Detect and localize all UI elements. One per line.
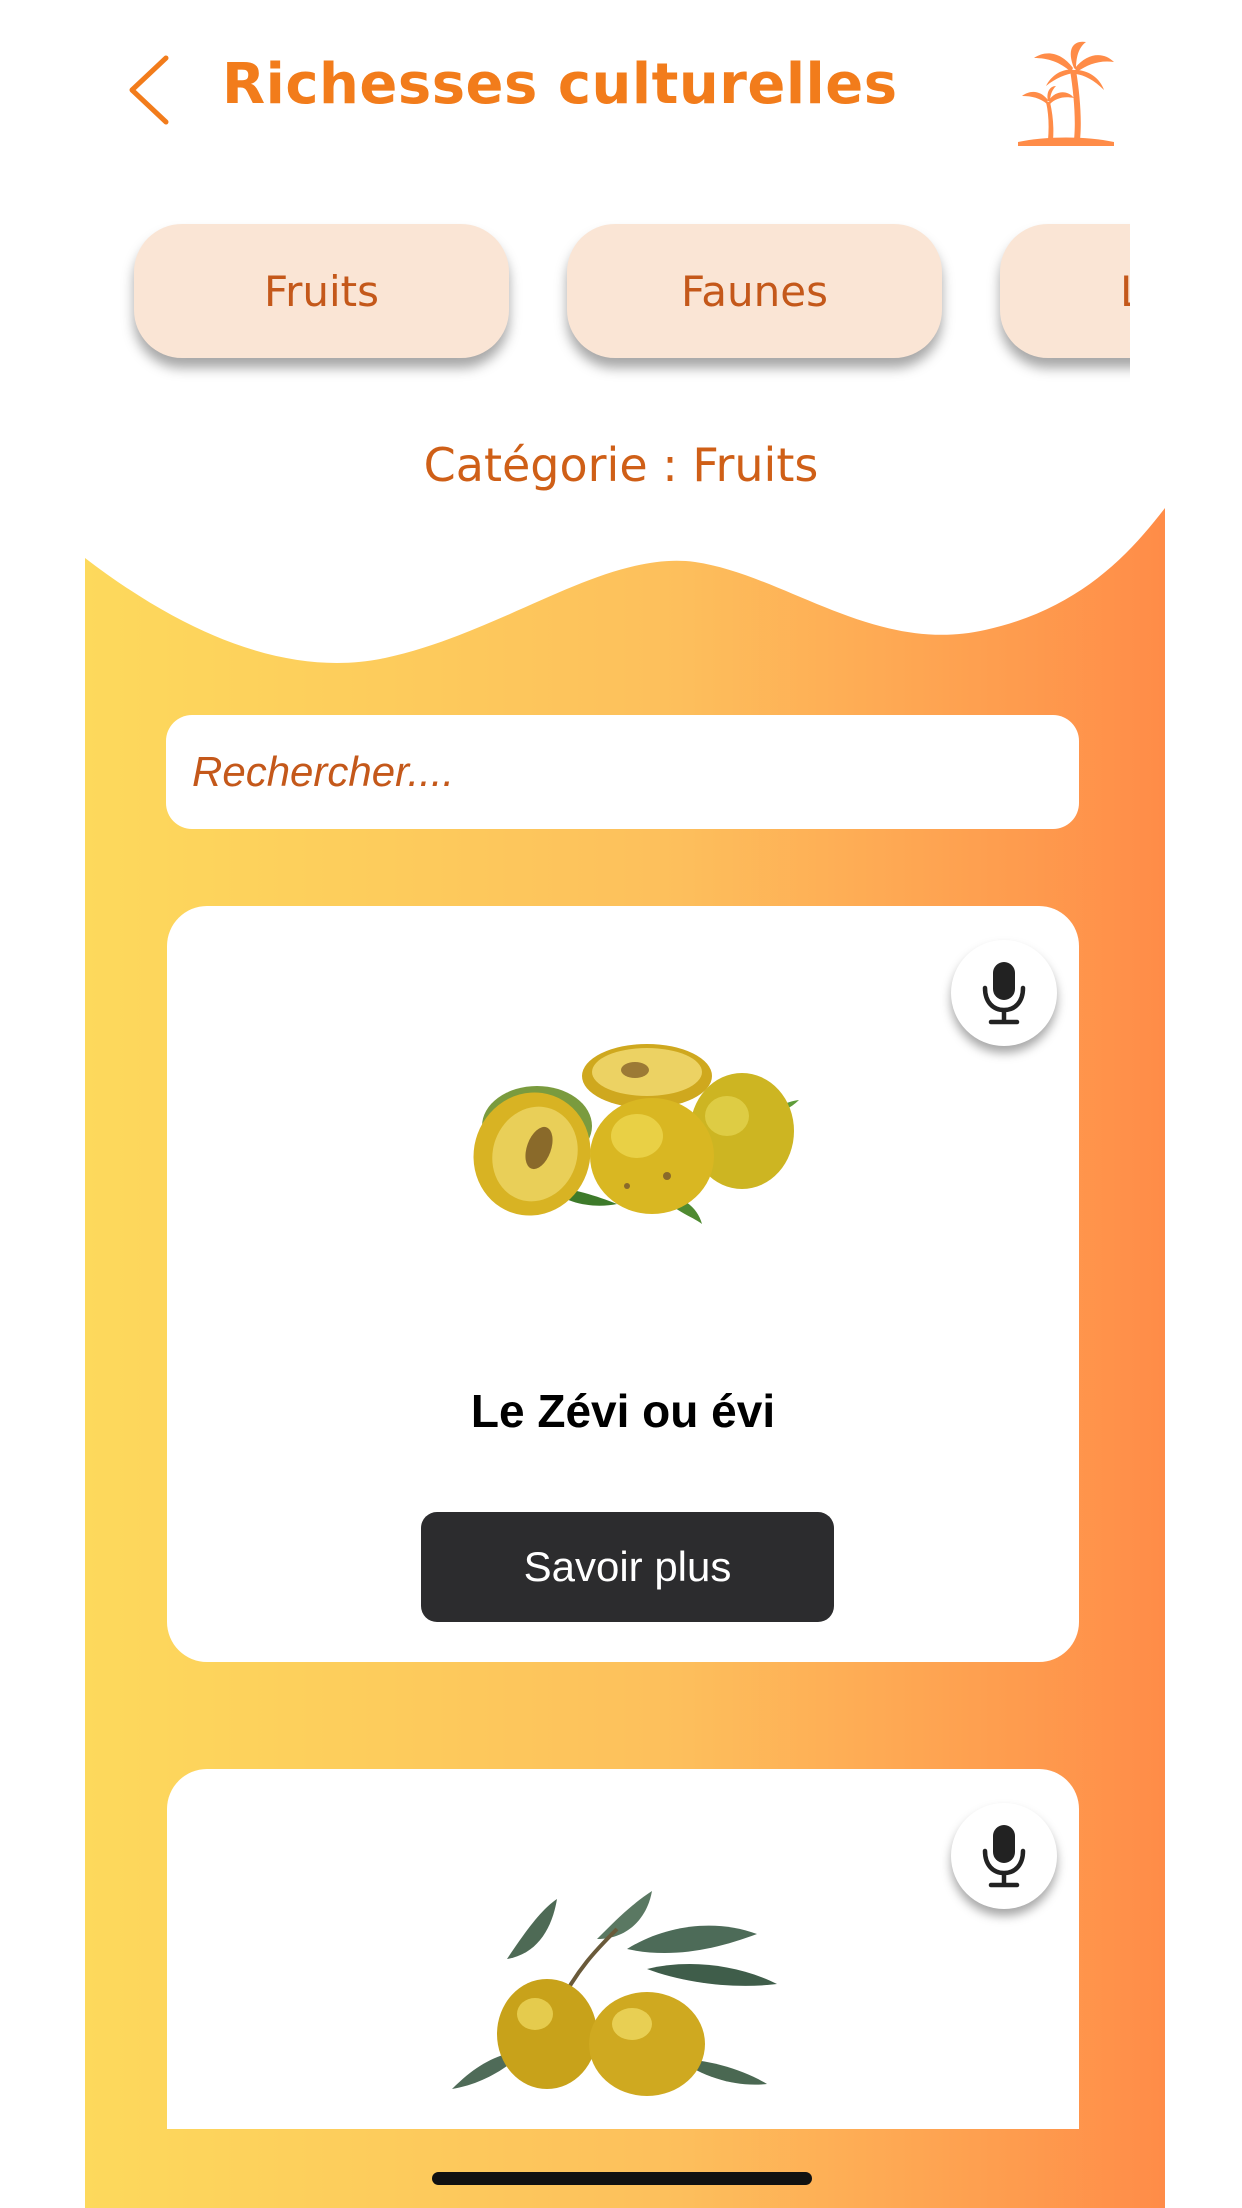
microphone-button[interactable] [951, 940, 1057, 1046]
search-input[interactable] [190, 747, 1079, 797]
home-indicator [432, 2172, 812, 2185]
category-tabs: Fruits Faunes L [110, 210, 1130, 410]
tab-faunes[interactable]: Faunes [567, 224, 942, 358]
tab-fruits[interactable]: Fruits [134, 224, 509, 358]
back-button[interactable] [120, 50, 180, 130]
chevron-left-icon [129, 55, 169, 125]
page-title: Richesses culturelles [222, 52, 898, 117]
microphone-icon [982, 1825, 1026, 1888]
fruit-card [167, 1769, 1079, 2129]
fruit-card: Le Zévi ou évi Savoir plus [167, 906, 1079, 1662]
category-label: Catégorie : Fruits [423, 438, 819, 492]
microphone-button[interactable] [951, 1803, 1057, 1909]
olive-fruit-image [452, 1891, 777, 2096]
palm-tree-icon [1018, 41, 1114, 146]
microphone-icon [982, 962, 1026, 1025]
zevi-fruit-image [473, 1044, 799, 1224]
learn-more-button[interactable]: Savoir plus [421, 1512, 834, 1622]
search-bar [166, 715, 1079, 829]
screen: Richesses culturelles Fruits Faunes L Ca… [0, 0, 1242, 2208]
tab-partial[interactable]: L [1000, 224, 1130, 358]
card-title: Le Zévi ou évi [470, 1385, 776, 1437]
